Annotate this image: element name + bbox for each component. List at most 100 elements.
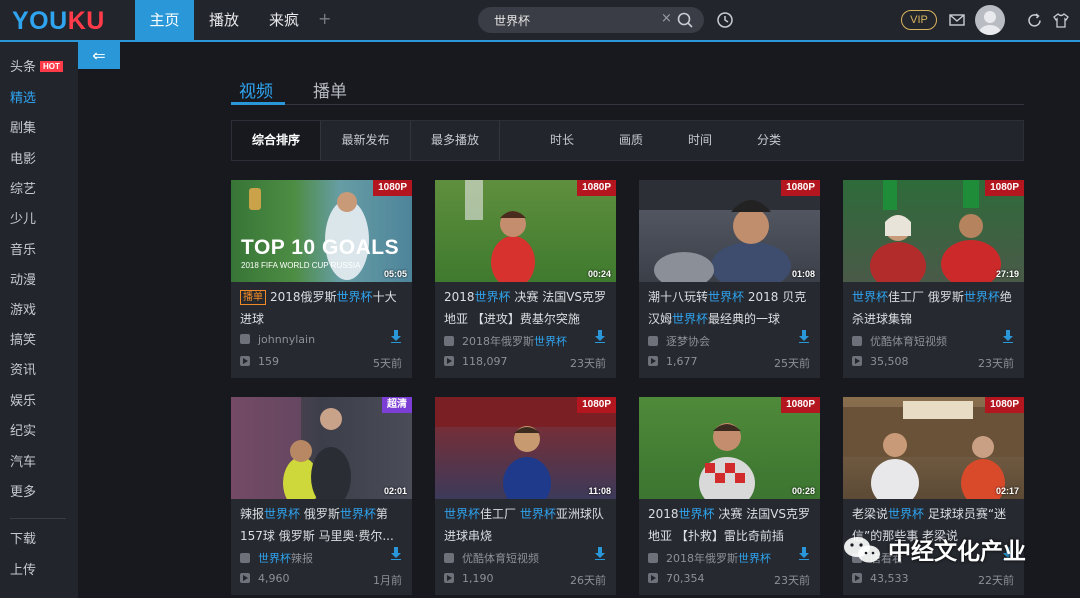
title-highlight: 世界杯 [339,507,376,521]
video-title[interactable]: 2018世界杯 决赛 法国VS克罗地亚 【扑救】雷比奇前插 [648,503,813,547]
mail-icon[interactable] [949,13,965,27]
video-thumbnail[interactable]: 1080P 01:08 [639,180,820,282]
search-input[interactable]: 世界杯 [494,12,530,29]
video-thumbnail[interactable]: 1080P 11:08 [435,397,616,499]
sidebar-item-variety[interactable]: 综艺 [10,179,36,201]
video-thumbnail[interactable]: 1080P 02:17 [843,397,1024,499]
filter-comprehensive[interactable]: 综合排序 [232,121,320,160]
avatar[interactable] [975,5,1005,35]
sidebar-item-movies[interactable]: 电影 [10,149,36,171]
search-icon[interactable] [676,11,694,29]
quality-badge: 1080P [781,397,820,413]
skin-icon[interactable] [1052,12,1070,29]
download-icon[interactable] [798,547,810,560]
title-highlight: 世界杯 [852,290,889,304]
sidebar-item-kids[interactable]: 少儿 [10,209,36,231]
title-text: 潮十八玩转 [648,290,709,304]
download-icon[interactable] [594,547,606,560]
video-thumbnail[interactable]: 1080P 27:19 [843,180,1024,282]
playlist-tag: 播单 [240,290,266,305]
video-duration: 27:19 [995,269,1019,279]
video-author[interactable]: 世界杯辣报 [240,550,313,566]
title-text: 佳工厂 [480,507,520,521]
upload-time: 22天前 [978,574,1014,587]
watermark-text: 中经文化产业 [888,539,1026,565]
author-name: 优酷体育短视频 [462,552,539,565]
filter-most-played[interactable]: 最多播放 [411,121,499,160]
sidebar-item-featured[interactable]: 精选 [10,88,36,110]
filter-quality[interactable]: 画质 [601,121,661,160]
download-icon[interactable] [390,547,402,560]
video-card[interactable]: 1080P 11:08 世界杯佳工厂 世界杯亚洲球队进球串烧 优酷体育短视频 1… [435,397,616,595]
sidebar-item-funny[interactable]: 搞笑 [10,330,36,352]
video-title[interactable]: 播单 2018俄罗斯世界杯十大进球 [240,286,405,330]
view-count: 159 [240,355,279,368]
sidebar-item-games[interactable]: 游戏 [10,300,36,322]
nav-tab-play[interactable]: 播放 [198,0,250,40]
logo-text-red: KU [67,7,105,35]
sidebar-item-label: 头条 [10,60,37,75]
tab-videos[interactable]: 视频 [239,77,273,103]
author-highlight: 世界杯 [738,552,771,565]
tab-playlists[interactable]: 播单 [313,77,347,103]
filter-time[interactable]: 时间 [670,121,730,160]
history-icon[interactable] [716,11,734,29]
sidebar-item-news[interactable]: 资讯 [10,360,36,382]
play-icon [852,573,862,583]
youku-logo[interactable]: YOUKU [12,7,105,36]
video-author[interactable]: 优酷体育短视频 [444,550,539,566]
refresh-icon[interactable] [1026,12,1043,29]
video-thumbnail[interactable]: 超清 02:01 [231,397,412,499]
video-card[interactable]: 超清 02:01 辣报世界杯 俄罗斯世界杯第157球 俄罗斯 马里奥·费尔...… [231,397,412,595]
video-title[interactable]: 2018世界杯 决赛 法国VS克罗地亚 【进攻】费基尔突施 [444,286,609,330]
sidebar-item-entertainment[interactable]: 娱乐 [10,391,36,413]
sidebar-item-anime[interactable]: 动漫 [10,270,36,292]
video-title[interactable]: 潮十八玩转世界杯 2018 贝克汉姆世界杯最经典的一球 [648,286,813,330]
sidebar-item-headlines[interactable]: 头条 HOT [10,57,63,79]
upload-time: 23天前 [570,357,606,370]
download-icon[interactable] [798,330,810,343]
author-name: johnnylain [258,333,316,346]
sidebar-item-more[interactable]: 更多 [10,482,36,504]
title-text: 2018俄罗斯 [270,290,337,304]
sidebar-item-documentary[interactable]: 纪实 [10,421,36,443]
filter-category[interactable]: 分类 [739,121,799,160]
video-author[interactable]: johnnylain [240,333,315,346]
vip-button[interactable]: VIP [901,10,937,30]
clear-icon[interactable]: × [661,11,672,26]
video-card[interactable]: 1080P 00:24 2018世界杯 决赛 法国VS克罗地亚 【进攻】费基尔突… [435,180,616,378]
title-text: 2018 [648,507,679,521]
video-card[interactable]: 1080P 27:19 世界杯佳工厂 俄罗斯世界杯绝杀进球集锦 优酷体育短视频 … [843,180,1024,378]
title-highlight: 世界杯 [678,507,715,521]
video-title[interactable]: 辣报世界杯 俄罗斯世界杯第157球 俄罗斯 马里奥·费尔... [240,503,405,547]
video-author[interactable]: 2018年俄罗斯世界杯 [648,550,771,566]
title-text: 俄罗斯 [300,507,340,521]
back-button[interactable]: ⇐ [78,42,120,69]
video-author[interactable]: 2018年俄罗斯世界杯 [444,333,567,349]
video-title[interactable]: 世界杯佳工厂 世界杯亚洲球队进球串烧 [444,503,609,547]
nav-tab-home[interactable]: 主页 [135,0,194,40]
add-tab-button[interactable]: + [318,9,331,28]
video-card[interactable]: 1080P 00:28 2018世界杯 决赛 法国VS克罗地亚 【扑救】雷比奇前… [639,397,820,595]
download-icon[interactable] [390,330,402,343]
filter-duration[interactable]: 时长 [532,121,592,160]
video-thumbnail[interactable]: 1080P 00:28 [639,397,820,499]
title-text: 佳工厂 俄罗斯 [888,290,964,304]
download-icon[interactable] [594,330,606,343]
filter-latest[interactable]: 最新发布 [321,121,410,160]
video-thumbnail[interactable]: TOP 10 GOALS 2018 FIFA WORLD CUP RUSSIA … [231,180,412,282]
search-box[interactable]: 世界杯 × [478,7,704,33]
video-card[interactable]: TOP 10 GOALS 2018 FIFA WORLD CUP RUSSIA … [231,180,412,378]
sidebar-item-upload[interactable]: 上传 [10,560,36,582]
video-card[interactable]: 1080P 01:08 潮十八玩转世界杯 2018 贝克汉姆世界杯最经典的一球 … [639,180,820,378]
video-author[interactable]: 优酷体育短视频 [852,333,947,349]
video-title[interactable]: 世界杯佳工厂 俄罗斯世界杯绝杀进球集锦 [852,286,1017,330]
video-author[interactable]: 逐梦协会 [648,333,710,349]
sidebar-item-series[interactable]: 剧集 [10,118,36,140]
download-icon[interactable] [1002,330,1014,343]
nav-tab-laifeng[interactable]: 来疯 [258,0,310,40]
sidebar-item-music[interactable]: 音乐 [10,240,36,262]
video-thumbnail[interactable]: 1080P 00:24 [435,180,616,282]
sidebar-item-auto[interactable]: 汽车 [10,452,36,474]
sidebar-item-download[interactable]: 下载 [10,529,36,551]
